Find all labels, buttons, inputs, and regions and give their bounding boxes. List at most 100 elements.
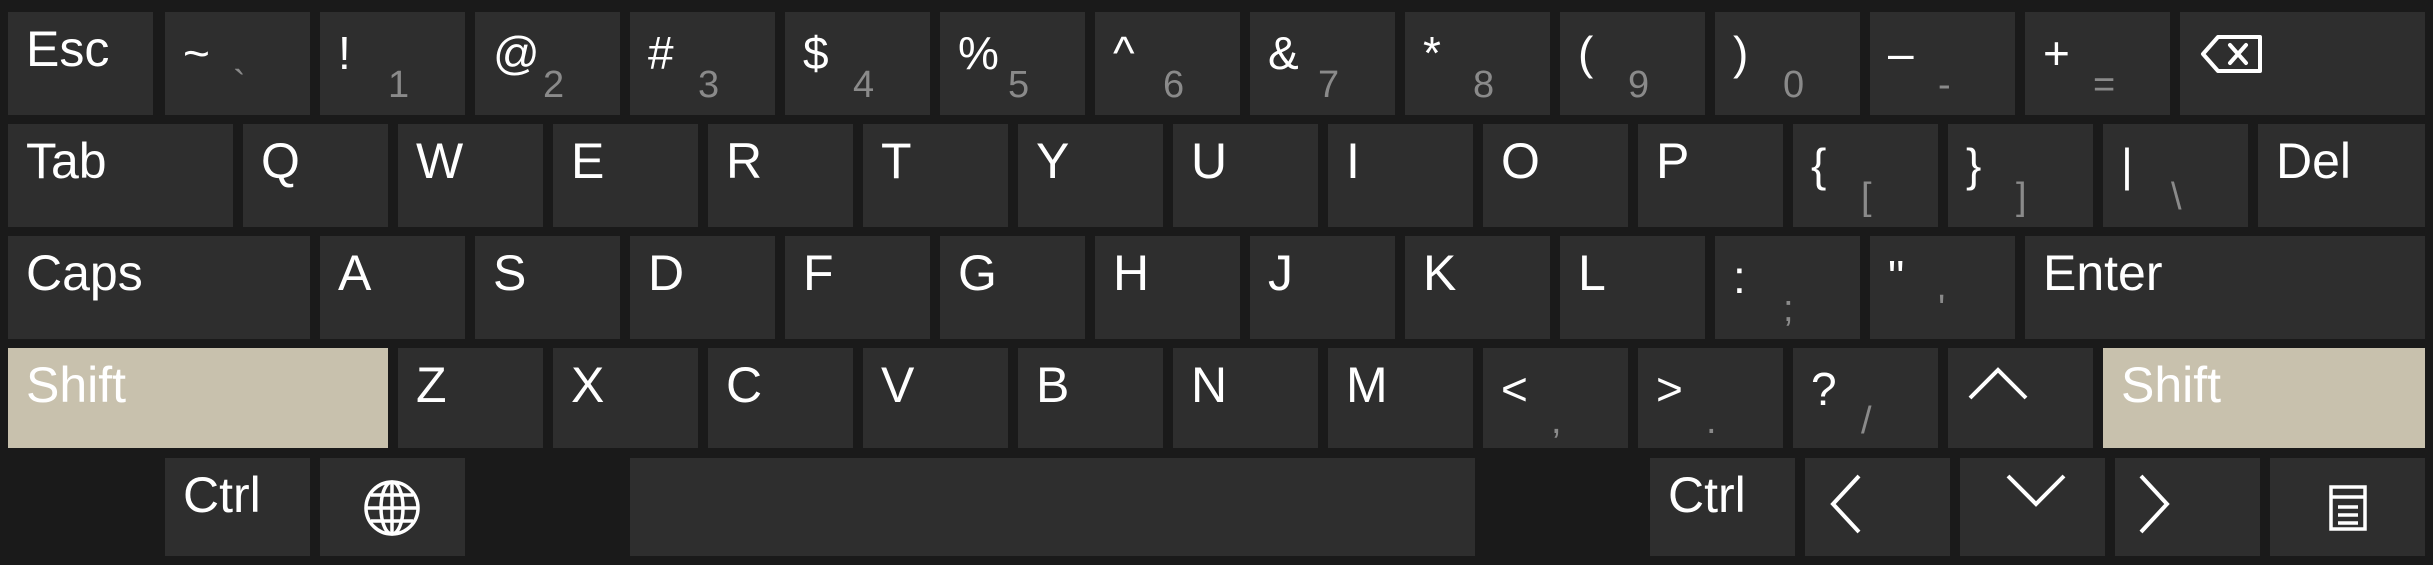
key-8[interactable]: * 8 bbox=[1405, 12, 1550, 115]
key-1[interactable]: ! 1 bbox=[320, 12, 465, 115]
key-label: X bbox=[571, 357, 605, 413]
key-base-symbol: 7 bbox=[1318, 64, 1340, 106]
key-m[interactable]: M bbox=[1328, 348, 1473, 448]
key-caps[interactable]: Caps bbox=[8, 236, 310, 339]
key-j[interactable]: J bbox=[1250, 236, 1395, 339]
key-comma[interactable]: <, bbox=[1483, 348, 1628, 448]
key-label: P bbox=[1656, 133, 1690, 189]
key-base-symbol: - bbox=[1938, 64, 1951, 106]
key-t[interactable]: T bbox=[863, 124, 1008, 227]
key-q[interactable]: Q bbox=[243, 124, 388, 227]
key-y[interactable]: Y bbox=[1018, 124, 1163, 227]
key-equals[interactable]: + = bbox=[2025, 12, 2170, 115]
key-menu[interactable] bbox=[2270, 458, 2425, 556]
key-label: Z bbox=[416, 357, 447, 413]
key-label: Ctrl bbox=[183, 467, 261, 523]
key-5[interactable]: % 5 bbox=[940, 12, 1085, 115]
key-right[interactable] bbox=[2115, 458, 2260, 556]
globe-icon bbox=[364, 480, 420, 536]
key-label: T bbox=[881, 133, 912, 189]
key-enter[interactable]: Enter bbox=[2025, 236, 2425, 339]
key-up[interactable] bbox=[1948, 348, 2093, 448]
key-shift-symbol: ~ bbox=[183, 27, 210, 79]
key-shift-symbol: ) bbox=[1733, 27, 1749, 79]
key-quote[interactable]: " ' bbox=[1870, 236, 2015, 339]
key-slash[interactable]: ? / bbox=[1793, 348, 1938, 448]
key-w[interactable]: W bbox=[398, 124, 543, 227]
key-i[interactable]: I bbox=[1328, 124, 1473, 227]
key-7[interactable]: & 7 bbox=[1250, 12, 1395, 115]
key-f[interactable]: F bbox=[785, 236, 930, 339]
key-shift-symbol: * bbox=[1423, 27, 1441, 79]
key-shift-left[interactable]: Shift bbox=[8, 348, 388, 448]
key-d[interactable]: D bbox=[630, 236, 775, 339]
key-label: O bbox=[1501, 133, 1540, 189]
key-ctrl-left[interactable]: Ctrl bbox=[165, 458, 310, 556]
key-shift-symbol: } bbox=[1966, 139, 1982, 191]
key-6[interactable]: ^ 6 bbox=[1095, 12, 1240, 115]
key-z[interactable]: Z bbox=[398, 348, 543, 448]
chevron-left-icon bbox=[1830, 474, 1861, 534]
key-h[interactable]: H bbox=[1095, 236, 1240, 339]
key-label: Caps bbox=[26, 245, 143, 301]
key-label: S bbox=[493, 245, 527, 301]
key-4[interactable]: $4 bbox=[785, 12, 930, 115]
key-period[interactable]: >. bbox=[1638, 348, 1783, 448]
key-l[interactable]: L bbox=[1560, 236, 1705, 339]
key-down[interactable] bbox=[1960, 458, 2105, 556]
key-label: Del bbox=[2276, 133, 2352, 189]
chevron-right-icon bbox=[2139, 474, 2170, 534]
key-label: Shift bbox=[26, 357, 127, 413]
key-base-symbol: 5 bbox=[1008, 64, 1030, 106]
key-base-symbol: 1 bbox=[388, 64, 410, 106]
key-shift-symbol: > bbox=[1656, 363, 1683, 415]
key-s[interactable]: S bbox=[475, 236, 620, 339]
key-e[interactable]: E bbox=[553, 124, 698, 227]
key-esc[interactable]: Esc bbox=[8, 12, 153, 115]
key-language[interactable] bbox=[320, 458, 465, 556]
key-shift-right[interactable]: Shift bbox=[2103, 348, 2425, 448]
key-tab[interactable]: Tab bbox=[8, 124, 233, 227]
key-minus[interactable]: – - bbox=[1870, 12, 2015, 115]
key-del[interactable]: Del bbox=[2258, 124, 2425, 227]
key-o[interactable]: O bbox=[1483, 124, 1628, 227]
key-label: Ctrl bbox=[1668, 467, 1746, 523]
key-label: F bbox=[803, 245, 834, 301]
key-base-symbol: 8 bbox=[1473, 64, 1495, 106]
key-b[interactable]: B bbox=[1018, 348, 1163, 448]
key-label: H bbox=[1113, 245, 1150, 301]
key-label: G bbox=[958, 245, 997, 301]
key-shift-symbol: ? bbox=[1811, 363, 1837, 415]
key-v[interactable]: V bbox=[863, 348, 1008, 448]
key-label: Esc bbox=[26, 21, 110, 77]
key-u[interactable]: U bbox=[1173, 124, 1318, 227]
key-n[interactable]: N bbox=[1173, 348, 1318, 448]
key-semicolon[interactable]: :; bbox=[1715, 236, 1860, 339]
key-label: J bbox=[1268, 245, 1293, 301]
key-base-symbol: . bbox=[1706, 400, 1717, 442]
key-ctrl-right[interactable]: Ctrl bbox=[1650, 458, 1795, 556]
key-label: Q bbox=[261, 133, 300, 189]
key-shift-symbol: & bbox=[1268, 27, 1299, 79]
key-base-symbol: \ bbox=[2171, 176, 2182, 218]
key-9[interactable]: (9 bbox=[1560, 12, 1705, 115]
key-a[interactable]: A bbox=[320, 236, 465, 339]
key-left-bracket[interactable]: {[ bbox=[1793, 124, 1938, 227]
key-backslash[interactable]: | \ bbox=[2103, 124, 2248, 227]
key-right-bracket[interactable]: }] bbox=[1948, 124, 2093, 227]
key-r[interactable]: R bbox=[708, 124, 853, 227]
key-x[interactable]: X bbox=[553, 348, 698, 448]
key-backquote[interactable]: ~ ` bbox=[165, 12, 310, 115]
key-backspace[interactable] bbox=[2180, 12, 2425, 115]
key-space[interactable] bbox=[630, 458, 1475, 556]
key-p[interactable]: P bbox=[1638, 124, 1783, 227]
key-shift-symbol: " bbox=[1888, 251, 1905, 303]
key-c[interactable]: C bbox=[708, 348, 853, 448]
key-3[interactable]: #3 bbox=[630, 12, 775, 115]
key-g[interactable]: G bbox=[940, 236, 1085, 339]
key-2[interactable]: @2 bbox=[475, 12, 620, 115]
key-label: W bbox=[416, 133, 464, 189]
key-left[interactable] bbox=[1805, 458, 1950, 556]
key-0[interactable]: ) 0 bbox=[1715, 12, 1860, 115]
key-k[interactable]: K bbox=[1405, 236, 1550, 339]
